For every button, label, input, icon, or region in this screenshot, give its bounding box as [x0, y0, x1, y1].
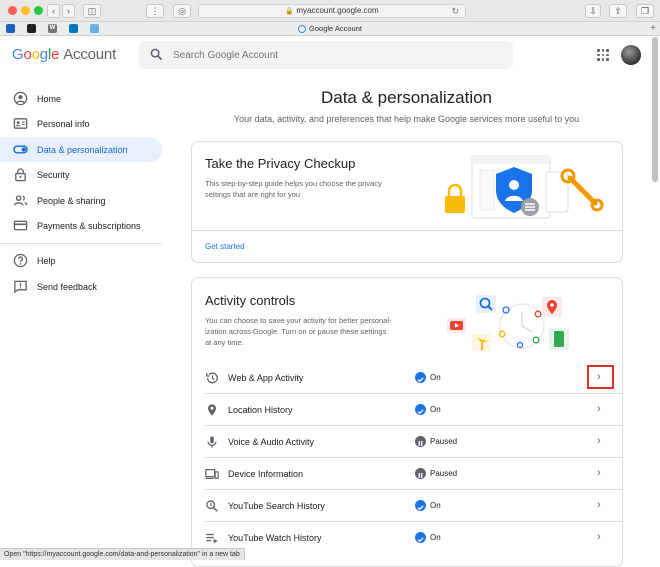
search-box[interactable]: [139, 41, 513, 69]
privacy-card-title: Take the Privacy Checkup: [205, 156, 356, 171]
back-button[interactable]: ‹: [47, 4, 60, 18]
tab-google-account[interactable]: Google Account: [0, 22, 660, 36]
close-window-icon[interactable]: [8, 6, 17, 15]
apps-grid-icon[interactable]: [597, 49, 609, 61]
status-text: Paused: [430, 469, 458, 478]
minimize-window-icon[interactable]: [21, 6, 30, 15]
microphone-icon: [207, 436, 217, 448]
avatar[interactable]: [621, 45, 641, 65]
browser-titlebar: ‹ › ◫ ⋮ ◎ 🔒 myaccount.google.com ↻ ⇩ ⇧ ❐: [0, 0, 660, 22]
share-icon[interactable]: ⇧: [609, 4, 627, 18]
history-icon: [206, 372, 218, 384]
sidebar-item-personal-info[interactable]: Personal info: [0, 111, 162, 136]
status-text: On: [430, 405, 441, 414]
address-bar[interactable]: 🔒 myaccount.google.com ↻: [198, 4, 466, 18]
activity-row-youtube-watch[interactable]: YouTube Watch History On ›: [192, 522, 622, 554]
activity-row-voice-audio[interactable]: Voice & Audio Activity Paused ›: [192, 426, 622, 458]
forward-button[interactable]: ›: [62, 4, 75, 18]
status-text: On: [430, 533, 441, 542]
zoom-window-icon[interactable]: [34, 6, 43, 15]
toggle-icon: [13, 145, 28, 154]
activity-row-location-history[interactable]: Location History On ›: [192, 394, 622, 426]
privacy-checkup-card: Take the Privacy Checkup This step-by-st…: [191, 141, 623, 263]
activity-row-youtube-search[interactable]: YouTube Search History On ›: [192, 490, 622, 522]
chevron-right-icon[interactable]: ›: [597, 532, 601, 543]
status-text: On: [430, 501, 441, 510]
sidebar-item-send-feedback[interactable]: Send feedback: [0, 274, 162, 299]
activity-row-device-information[interactable]: Device Information Paused ›: [192, 458, 622, 490]
help-icon: [13, 253, 28, 268]
sidebar-item-security[interactable]: Security: [0, 162, 162, 187]
activity-controls-illustration: [447, 295, 569, 351]
downloads-icon[interactable]: ⇩: [585, 4, 601, 18]
youtube-history-icon: [206, 533, 218, 544]
reader-icon[interactable]: ⋮: [146, 4, 164, 18]
credit-card-icon: [13, 220, 28, 231]
privacy-card-description: This step-by-step guide helps you choose…: [205, 179, 382, 199]
status-bar: Open "https://myaccount.google.com/data-…: [0, 548, 245, 560]
people-icon: [13, 195, 28, 206]
sidebar-item-data-personalization[interactable]: Data & personalization: [0, 137, 162, 162]
privacy-report-icon[interactable]: ◎: [173, 4, 191, 18]
activity-card-description: You can choose to save your activity for…: [205, 316, 392, 347]
activity-controls-card: Activity controls You can choose to save…: [191, 277, 623, 567]
sidebar-divider: [0, 243, 162, 244]
lock-icon: [15, 168, 26, 182]
search-icon: [150, 48, 163, 61]
check-circle-icon: [415, 372, 426, 383]
address-bar-url: myaccount.google.com: [296, 6, 379, 15]
check-circle-icon: [415, 532, 426, 543]
scrollbar[interactable]: [652, 37, 658, 182]
chevron-right-icon[interactable]: ›: [597, 500, 601, 511]
search-input[interactable]: [171, 45, 491, 65]
tab-overview-icon[interactable]: ❐: [636, 4, 654, 18]
privacy-checkup-illustration: [445, 155, 604, 219]
chevron-right-icon[interactable]: ›: [597, 404, 601, 415]
bookmarks-bar: W Google Account +: [0, 22, 660, 36]
status-text: Paused: [430, 437, 458, 446]
activity-card-title: Activity controls: [205, 293, 296, 308]
highlight-box: [587, 365, 614, 389]
activity-row-web-app[interactable]: Web & App Activity On ›: [192, 362, 622, 394]
pause-circle-icon: [415, 436, 426, 447]
reload-icon[interactable]: ↻: [451, 5, 459, 17]
check-circle-icon: [415, 500, 426, 511]
lock-icon: 🔒: [285, 8, 295, 15]
feedback-icon: [14, 280, 27, 294]
account-circle-icon: [13, 91, 28, 106]
privacy-card-divider: [192, 230, 622, 231]
search-history-icon: [206, 500, 218, 512]
id-card-icon: [13, 118, 28, 129]
status-text: On: [430, 373, 441, 382]
new-tab-icon[interactable]: +: [650, 22, 656, 36]
location-pin-icon: [208, 404, 216, 416]
pause-circle-icon: [415, 468, 426, 479]
sidebar-item-help[interactable]: Help: [0, 248, 162, 273]
chevron-right-icon[interactable]: ›: [597, 436, 601, 447]
check-circle-icon: [415, 404, 426, 415]
sidebar-toggle-button[interactable]: ◫: [83, 4, 101, 18]
google-favicon-icon: [298, 25, 307, 34]
page-subtitle: Your data, activity, and preferences tha…: [233, 114, 580, 124]
page-title: Data & personalization: [320, 88, 493, 107]
chevron-right-icon[interactable]: ›: [597, 468, 601, 479]
sidebar-item-people-sharing[interactable]: People & sharing: [0, 188, 162, 213]
get-started-link[interactable]: Get started: [205, 242, 245, 251]
devices-icon: [205, 469, 219, 479]
sidebar-item-home[interactable]: Home: [0, 86, 162, 111]
sidebar-item-payments-subscriptions[interactable]: Payments & subscriptions: [0, 213, 162, 238]
google-account-logo[interactable]: Google Account: [12, 46, 116, 63]
